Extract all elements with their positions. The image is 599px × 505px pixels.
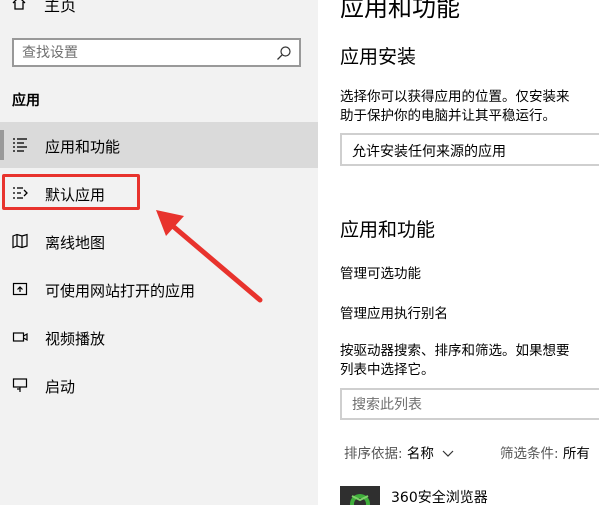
- app-name: 360安全浏览器: [391, 490, 488, 505]
- search-icon[interactable]: [276, 45, 292, 61]
- install-heading: 应用安装: [340, 46, 417, 68]
- chevron-down-icon: [442, 450, 454, 457]
- sidebar-item-video-playback[interactable]: 视频播放: [0, 314, 318, 360]
- sort-dropdown[interactable]: 排序依据: 名称: [344, 442, 454, 462]
- home-icon: [12, 0, 26, 10]
- sidebar-item-label: 离线地图: [45, 234, 106, 252]
- annotation-highlight-box: [2, 174, 140, 210]
- selection-indicator: [0, 130, 4, 160]
- app-list-item[interactable]: 360安全浏览器: [340, 486, 599, 505]
- filter-label: 筛选条件:: [500, 446, 559, 462]
- sidebar-item-label: 应用和功能: [45, 138, 121, 156]
- sort-label: 排序依据:: [344, 446, 403, 462]
- main-content: 应用和功能 应用安装 选择你可以获得应用的位置。仅安装来 助于保护你的电脑并让其…: [318, 0, 599, 505]
- sidebar-item-label: 主页: [44, 0, 77, 15]
- install-source-dropdown[interactable]: 允许安装任何来源的应用: [340, 133, 599, 166]
- sidebar-item-startup[interactable]: 启动: [0, 362, 318, 408]
- offline-maps-icon: [12, 233, 28, 249]
- settings-search-box[interactable]: [12, 38, 301, 67]
- sidebar-item-home[interactable]: 主页: [0, 0, 318, 18]
- video-playback-icon: [12, 332, 28, 342]
- sidebar-item-label: 视频播放: [45, 330, 106, 348]
- apps-features-heading: 应用和功能: [340, 219, 436, 241]
- sidebar-item-apps-features[interactable]: 应用和功能: [0, 122, 318, 168]
- manage-optional-features-link[interactable]: 管理可选功能: [340, 262, 421, 282]
- startup-icon: [12, 378, 28, 392]
- filter-dropdown[interactable]: 筛选条件: 所有: [500, 442, 590, 462]
- page-title: 应用和功能: [340, 0, 460, 22]
- annotation-arrow: [156, 210, 263, 303]
- install-source-value: 允许安装任何来源的应用: [352, 144, 506, 160]
- filter-description-line-1: 按驱动器搜索、排序和筛选。如果想要: [340, 343, 570, 359]
- 360-browser-icon: [340, 486, 380, 505]
- filter-description-line-2: 列表中选择它。: [340, 362, 435, 378]
- settings-search-input[interactable]: [22, 43, 262, 63]
- sort-value: 名称: [406, 446, 434, 462]
- install-description-line-1: 选择你可以获得应用的位置。仅安装来: [340, 89, 570, 105]
- apps-for-websites-icon: [12, 282, 28, 296]
- filter-value: 所有: [562, 446, 590, 462]
- sidebar-item-label: 启动: [45, 378, 76, 396]
- settings-sidebar: 主页 应用 应用和功能 默认: [0, 0, 318, 505]
- manage-app-aliases-link[interactable]: 管理应用执行别名: [340, 302, 448, 322]
- sidebar-section-label: 应用: [12, 93, 40, 109]
- apps-features-icon: [13, 138, 27, 152]
- search-list-box[interactable]: [340, 388, 599, 420]
- install-description-line-2: 助于保护你的电脑并让其平稳运行。: [340, 108, 556, 124]
- search-list-input[interactable]: [352, 395, 592, 415]
